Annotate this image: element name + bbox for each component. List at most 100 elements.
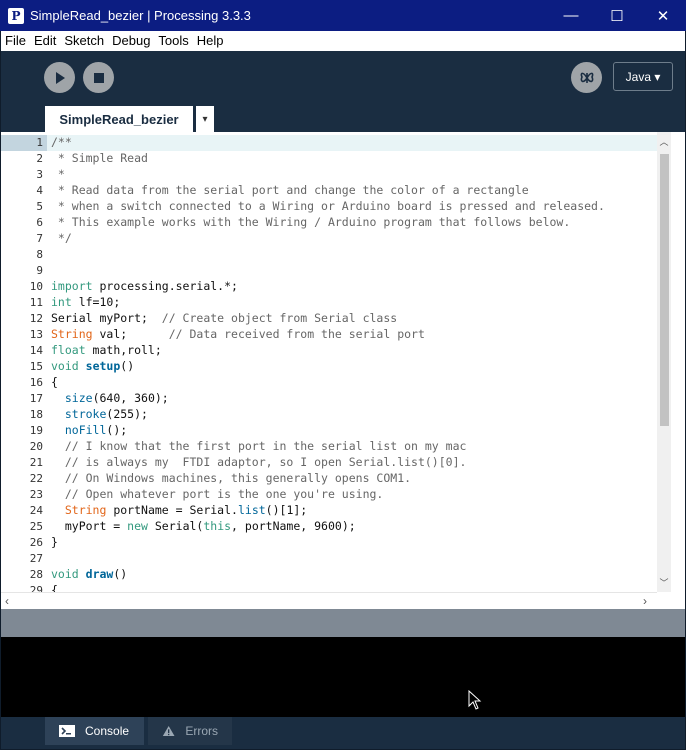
run-button[interactable]	[44, 62, 75, 93]
stop-button[interactable]	[83, 62, 114, 93]
code-line[interactable]: int lf=10;	[51, 295, 120, 311]
scroll-left-arrow[interactable]: ‹	[5, 594, 9, 608]
line-number: 4	[36, 184, 43, 197]
line-number: 2	[36, 152, 43, 165]
maximize-button[interactable]: ☐	[594, 0, 640, 31]
line-number-gutter: 1 2 3 4 5 6 7 8 9 10 11 12 13 14 15 16 17 18 19 20 21 22 23 24 2…	[1, 132, 47, 592]
processing-app-icon: P	[8, 7, 24, 24]
code-line[interactable]: String portName = Serial.list()[1];	[51, 503, 307, 519]
menu-help[interactable]: Help	[193, 31, 228, 51]
line-number: 8	[36, 248, 43, 261]
code-line[interactable]: import processing.serial.*;	[51, 279, 238, 295]
code-line[interactable]: // Open whatever port is the one you're …	[51, 487, 384, 503]
vertical-scrollbar[interactable]: ︿ ﹀	[657, 132, 671, 592]
line-number: 11	[29, 296, 43, 309]
line-number: 29	[29, 584, 43, 592]
line-number: 23	[29, 488, 43, 501]
debugger-button[interactable]	[571, 62, 602, 93]
menu-edit[interactable]: Edit	[30, 31, 60, 51]
toolbar: Java ▾	[1, 51, 685, 103]
line-number: 10	[29, 280, 43, 293]
code-line[interactable]: // is always my FTDI adaptor, so I open …	[51, 455, 467, 471]
code-line[interactable]: myPort = new Serial(this, portName, 9600…	[51, 519, 356, 535]
menu-tools[interactable]: Tools	[154, 31, 192, 51]
line-number: 9	[36, 264, 43, 277]
tab-console-label: Console	[85, 724, 130, 738]
scroll-right-arrow[interactable]: ›	[643, 594, 647, 608]
code-line[interactable]: {	[51, 375, 58, 391]
play-icon	[55, 71, 65, 84]
code-line[interactable]: String val; // Data received from the se…	[51, 327, 425, 343]
code-line[interactable]: Serial myPort; // Create object from Ser…	[51, 311, 397, 327]
code-line[interactable]: // I know that the first port in the ser…	[51, 439, 467, 455]
code-line[interactable]: size(640, 360);	[51, 391, 169, 407]
tab-simpleread-bezier[interactable]: SimpleRead_bezier	[45, 106, 193, 132]
mouse-pointer-icon	[468, 690, 482, 710]
code-line[interactable]: * when a switch connected to a Wiring or…	[51, 199, 605, 215]
console-icon	[59, 725, 75, 737]
code-line[interactable]: */	[51, 231, 72, 247]
line-number: 12	[29, 312, 43, 325]
menu-sketch[interactable]: Sketch	[60, 31, 108, 51]
warning-icon	[162, 726, 175, 736]
code-area[interactable]: /** * Simple Read * * Read data from the…	[47, 132, 657, 592]
code-line[interactable]: * This example works with the Wiring / A…	[51, 215, 570, 231]
line-number: 3	[36, 168, 43, 181]
stop-icon	[93, 72, 104, 83]
line-number: 13	[29, 328, 43, 341]
line-number: 1	[1, 135, 47, 151]
code-line[interactable]: *	[51, 167, 65, 183]
code-line[interactable]: // On Windows machines, this generally o…	[51, 471, 411, 487]
code-line[interactable]: stroke(255);	[51, 407, 148, 423]
horizontal-scrollbar[interactable]: ‹ ›	[1, 592, 657, 609]
line-number: 28	[29, 568, 43, 581]
window-title: SimpleRead_bezier | Processing 3.3.3	[30, 8, 251, 23]
line-number: 20	[29, 440, 43, 453]
code-line[interactable]: float math,roll;	[51, 343, 162, 359]
menu-file[interactable]: File	[1, 31, 30, 51]
title-bar: P SimpleRead_bezier | Processing 3.3.3 —…	[0, 0, 686, 31]
line-number: 6	[36, 216, 43, 229]
line-number: 15	[29, 360, 43, 373]
console-output[interactable]	[1, 637, 685, 717]
bottom-tab-bar: Console Errors	[1, 717, 685, 749]
current-line-highlight	[47, 135, 657, 151]
line-number: 14	[29, 344, 43, 357]
menu-debug[interactable]: Debug	[108, 31, 154, 51]
line-number: 22	[29, 472, 43, 485]
line-number: 19	[29, 424, 43, 437]
tab-errors-label: Errors	[185, 724, 218, 738]
scroll-up-arrow[interactable]: ︿	[659, 135, 669, 147]
status-divider[interactable]	[1, 609, 685, 637]
line-number: 18	[29, 408, 43, 421]
line-number: 25	[29, 520, 43, 533]
code-line[interactable]: void draw()	[51, 567, 127, 583]
mode-selector[interactable]: Java ▾	[613, 62, 673, 91]
code-line[interactable]: * Simple Read	[51, 151, 148, 167]
minimize-button[interactable]: —	[548, 0, 594, 31]
line-number: 21	[29, 456, 43, 469]
tab-console[interactable]: Console	[45, 717, 144, 745]
scroll-corner	[657, 592, 685, 609]
line-number: 16	[29, 376, 43, 389]
scroll-down-arrow[interactable]: ﹀	[659, 576, 669, 588]
tab-strip: SimpleRead_bezier ▾	[1, 103, 685, 132]
code-line[interactable]: {	[51, 583, 58, 592]
tab-menu-button[interactable]: ▾	[196, 106, 214, 132]
code-line[interactable]: }	[51, 535, 58, 551]
line-number: 26	[29, 536, 43, 549]
code-line[interactable]: * Read data from the serial port and cha…	[51, 183, 529, 199]
code-line[interactable]: /**	[51, 135, 72, 151]
window-controls: — ☐ ✕	[548, 0, 686, 31]
menu-bar: File Edit Sketch Debug Tools Help	[1, 31, 685, 51]
butterfly-icon	[580, 72, 593, 83]
vertical-scroll-thumb[interactable]	[660, 154, 669, 426]
close-button[interactable]: ✕	[640, 0, 686, 31]
tab-errors[interactable]: Errors	[148, 717, 232, 745]
code-editor[interactable]: 1 2 3 4 5 6 7 8 9 10 11 12 13 14 15 16 17 18 19 20 21 22 23 24 2…	[1, 132, 685, 592]
line-number: 5	[36, 200, 43, 213]
code-line[interactable]: noFill();	[51, 423, 127, 439]
line-number: 7	[36, 232, 43, 245]
line-number: 27	[29, 552, 43, 565]
code-line[interactable]: void setup()	[51, 359, 134, 375]
